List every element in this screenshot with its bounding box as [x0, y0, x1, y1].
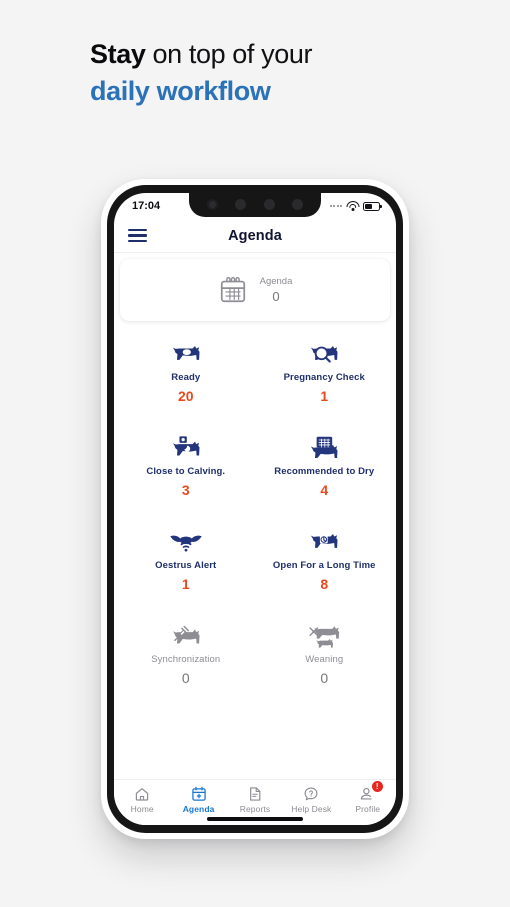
cow-magnifier-glyph [311, 346, 338, 363]
tile-recommended-to-dry[interactable]: Recommended to Dry 4 [259, 422, 391, 509]
tile-oestrus-alert[interactable]: Oestrus Alert 1 [120, 516, 252, 603]
tile-label: Pregnancy Check [283, 372, 365, 384]
tile-ready[interactable]: Ready 20 [120, 328, 252, 415]
agenda-summary-label: Agenda [259, 276, 293, 287]
tab-label: Profile [355, 804, 381, 814]
tile-close-to-calving[interactable]: Close to Calving. 3 [120, 422, 252, 509]
cow-calving-icon [168, 434, 204, 464]
tab-profile[interactable]: ! Profile [340, 781, 396, 814]
tile-count: 3 [181, 481, 190, 498]
hamburger-menu-icon[interactable] [128, 228, 147, 243]
person-icon: ! [360, 781, 383, 802]
tile-count: 0 [181, 669, 190, 686]
wifi-icon [346, 201, 359, 211]
tile-label: Open For a Long Time [272, 560, 376, 572]
tile-label: Recommended to Dry [274, 466, 375, 478]
tile-label: Synchronization [151, 654, 221, 666]
tile-pregnancy-check[interactable]: Pregnancy Check 1 [259, 328, 391, 415]
tab-agenda[interactable]: Agenda [171, 785, 227, 814]
tile-count: 1 [320, 387, 329, 404]
tile-open-for-a-long-time[interactable]: Open For a Long Time 8 [259, 516, 391, 603]
tab-help-desk[interactable]: Help Desk [283, 785, 339, 814]
calendar-plus-icon [191, 785, 207, 802]
phone-notch [189, 193, 321, 217]
tile-count: 8 [320, 575, 329, 592]
notch-dot-icon [263, 199, 275, 210]
tab-label: Reports [239, 804, 271, 814]
signal-dots-icon [329, 205, 342, 207]
app-bar-title: Agenda [228, 227, 282, 244]
headline-line-1-rest: on top of your [145, 39, 313, 69]
cow-calendar-dry-icon [306, 434, 342, 464]
cow-ready-icon [168, 340, 204, 370]
phone-mockup: 17:04 Agenda Agenda 0 Ready 20 Pregnancy… [101, 179, 409, 839]
home-icon [134, 785, 150, 802]
status-badge: ! [371, 781, 383, 792]
tile-label: Close to Calving. [146, 466, 226, 478]
tile-weaning[interactable]: Weaning 0 [259, 610, 391, 697]
tile-label: Ready [171, 372, 201, 384]
cow-calendar-dry-glyph [311, 437, 338, 459]
tab-label: Agenda [182, 804, 215, 814]
phone-bezel: 17:04 Agenda Agenda 0 Ready 20 Pregnancy… [107, 185, 403, 833]
cow-open-long-time-glyph [311, 534, 338, 549]
headline-line-1: Stay on top of your [90, 38, 430, 71]
cow-syringe-glyph [172, 626, 200, 644]
notch-dot-icon [292, 199, 304, 210]
document-icon [247, 785, 263, 802]
tile-count: 20 [177, 387, 194, 404]
agenda-summary-card[interactable]: Agenda 0 [120, 259, 390, 321]
calendar-icon [220, 277, 245, 303]
headline-line-2: daily workflow [90, 75, 271, 106]
tab-label: Home [130, 804, 154, 814]
front-camera-icon [206, 199, 218, 210]
tab-label: Help Desk [291, 804, 332, 814]
cow-magnifier-icon [306, 340, 342, 370]
agenda-summary-count: 0 [272, 289, 280, 304]
status-bar-indicators [329, 201, 382, 211]
cow-open-long-time-icon [306, 528, 342, 558]
battery-half-icon [363, 201, 382, 211]
agenda-summary-meta: Agenda 0 [260, 276, 293, 304]
tile-count: 4 [320, 481, 329, 498]
cow-calf-weaning-glyph [309, 626, 340, 648]
cow-syringe-icon [168, 622, 204, 652]
tile-count: 0 [320, 669, 329, 686]
agenda-tiles-grid: Ready 20 Pregnancy Check 1 Close to Calv… [120, 328, 390, 697]
oestrus-sensor-glyph [170, 535, 202, 552]
tab-home[interactable]: Home [114, 785, 170, 814]
page-title: Stay on top of your daily workflow [90, 38, 430, 108]
oestrus-sensor-icon [167, 528, 205, 558]
cow-ready-glyph [172, 346, 200, 361]
tile-label: Weaning [305, 654, 344, 666]
home-indicator[interactable] [207, 817, 303, 821]
notch-dot-icon [235, 199, 247, 210]
promo-page: Stay on top of your daily workflow 17:04 [0, 0, 510, 907]
app-bar: Agenda [114, 219, 396, 253]
tile-count: 1 [181, 575, 190, 592]
tile-synchronization[interactable]: Synchronization 0 [120, 610, 252, 697]
tile-label: Oestrus Alert [155, 560, 217, 572]
tab-reports[interactable]: Reports [227, 785, 283, 814]
status-bar-time: 17:04 [132, 200, 161, 212]
question-chat-icon [303, 785, 319, 802]
agenda-content: Agenda 0 Ready 20 Pregnancy Check 1 Clos… [114, 253, 396, 779]
cow-calf-weaning-icon [306, 622, 342, 652]
headline-emphasis: Stay [90, 39, 146, 69]
phone-screen: 17:04 Agenda Agenda 0 Ready 20 Pregnancy… [114, 193, 396, 825]
cow-calving-glyph [172, 436, 200, 456]
